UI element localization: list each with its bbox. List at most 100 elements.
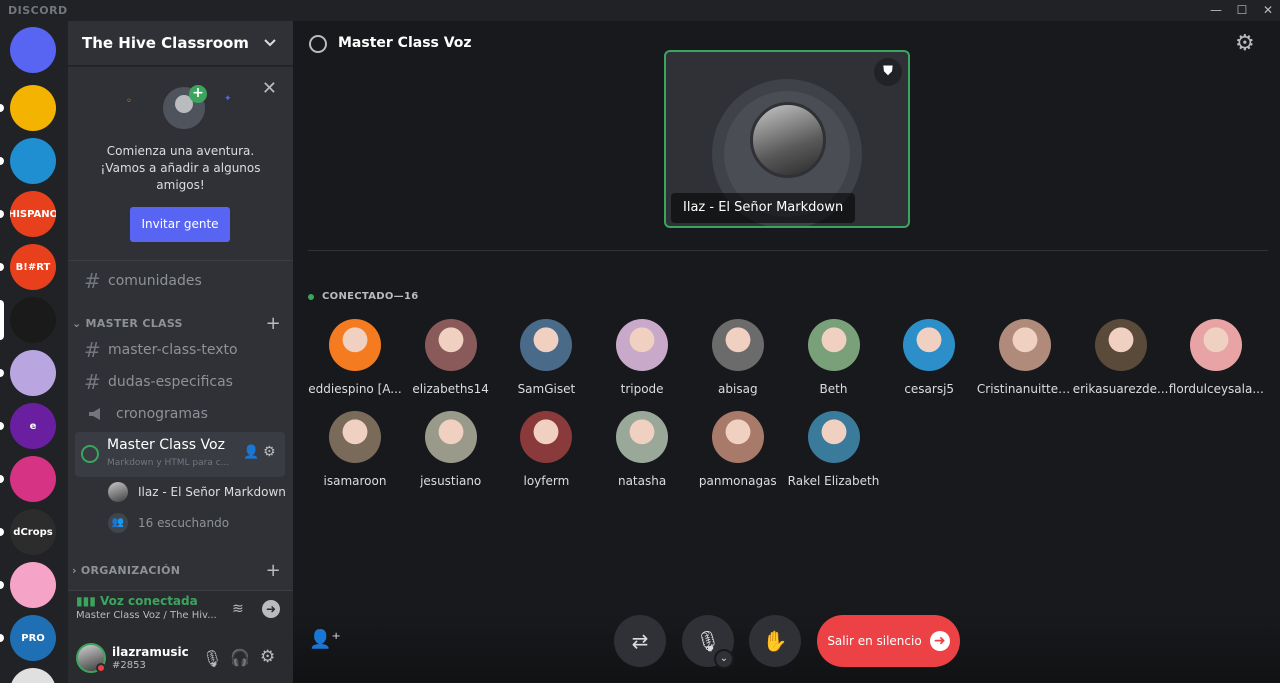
request-to-speak-button[interactable]: ⇄ xyxy=(614,615,666,667)
sparkle-icon: ◦ xyxy=(126,96,132,107)
gear-icon[interactable]: ⚙ xyxy=(260,647,275,667)
audience-member[interactable]: eddiespino [A... xyxy=(307,319,403,396)
channel-dudas-especificas[interactable]: # dudas-especificas xyxy=(76,367,285,397)
add-channel-icon[interactable]: + xyxy=(266,560,281,581)
server-icon[interactable] xyxy=(10,562,56,608)
channel-comunidades[interactable]: # comunidades xyxy=(76,266,285,296)
avatar xyxy=(520,319,573,371)
gear-icon[interactable]: ⚙ xyxy=(1235,31,1255,56)
server-icon[interactable]: HISPANO xyxy=(10,191,56,237)
chevron-down-icon: ⌄ xyxy=(72,317,82,330)
voice-channel-master-class-voz[interactable]: Master Class Voz Markdown y HTML para c.… xyxy=(75,432,285,477)
chevron-down-icon[interactable]: ⌄ xyxy=(714,649,734,669)
stage-channel-icon xyxy=(309,35,327,53)
unread-indicator xyxy=(0,422,4,430)
eight-icon[interactable] xyxy=(10,138,56,184)
avatar xyxy=(329,411,381,463)
minimize-button[interactable]: — xyxy=(1204,0,1228,21)
audience-member-name: loyferm xyxy=(523,474,570,488)
category-organizacion[interactable]: › ORGANIZACIÓN + xyxy=(72,560,289,581)
smile-icon[interactable] xyxy=(10,85,56,131)
audience-member-name: jesustiano xyxy=(420,474,482,488)
invite-member-icon[interactable]: 👤 xyxy=(243,445,259,460)
close-button[interactable]: ✕ xyxy=(1256,0,1280,21)
avatar xyxy=(807,411,860,463)
audience-member[interactable]: Cristinanuitter... xyxy=(977,319,1073,396)
server-label: dCrops xyxy=(13,526,53,538)
unread-indicator xyxy=(0,263,4,271)
server-icon[interactable]: B!#RT xyxy=(10,244,56,290)
stage-controls: 👤⁺ ⇄ 🎙 ⌄ ✋ Salir en silencio ➜ xyxy=(293,611,1280,683)
channel-master-class-texto[interactable]: # master-class-texto xyxy=(76,335,285,365)
server-icon[interactable] xyxy=(10,350,56,396)
category-master-class[interactable]: ⌄ MASTER CLASS + xyxy=(72,313,289,334)
noise-suppression-icon[interactable]: ≋ xyxy=(232,601,244,617)
server-icon[interactable]: dCrops xyxy=(10,509,56,555)
audience-count-label: CONECTADO—16 xyxy=(322,291,419,302)
audience-member[interactable]: flordulceysala... xyxy=(1168,319,1264,396)
avatar xyxy=(711,411,764,463)
unread-indicator xyxy=(0,210,4,218)
avatar xyxy=(616,411,669,463)
audience-member-name: panmonagas xyxy=(698,474,777,488)
unread-indicator xyxy=(0,300,4,340)
category-label: MASTER CLASS xyxy=(85,317,183,330)
discord-logo-icon[interactable] xyxy=(10,27,56,73)
server-icon[interactable] xyxy=(10,668,56,683)
audience-member[interactable]: SamGiset xyxy=(498,319,594,396)
invite-text: Comienza una aventura. ¡Vamos a añadir a… xyxy=(100,144,261,192)
audience-member[interactable]: Beth xyxy=(786,319,882,396)
audience-member[interactable]: tripode xyxy=(594,319,690,396)
channel-label: comunidades xyxy=(108,273,202,289)
headphones-icon[interactable]: 🎧 xyxy=(230,648,250,667)
leave-label: Salir en silencio xyxy=(827,634,922,648)
audience-member[interactable]: elizabeths14 xyxy=(403,319,499,396)
audience-member[interactable]: panmonagas xyxy=(690,411,786,488)
server-icon[interactable]: PRO xyxy=(10,615,56,661)
gear-icon[interactable]: ⚙ xyxy=(263,444,276,460)
avatar xyxy=(711,319,764,371)
microphone-icon[interactable]: 🎙 xyxy=(202,649,222,668)
voice-speaker-entry[interactable]: Ilaz - El Señor Markdown xyxy=(108,482,286,502)
avatar xyxy=(998,319,1051,371)
voice-channel-title: Master Class Voz xyxy=(107,437,225,453)
audience-member[interactable]: cesarsj5 xyxy=(881,319,977,396)
sparkle-icon: ✦ xyxy=(224,94,232,104)
add-channel-icon[interactable]: + xyxy=(266,313,281,334)
voice-location[interactable]: Master Class Voz / The Hiv... xyxy=(76,610,217,621)
signal-icon: ▮▮▮ xyxy=(76,594,96,608)
user-panel: ilazramusic #2853 🎙 🎧 ⚙ xyxy=(68,633,293,683)
audience-member[interactable]: natasha xyxy=(594,411,690,488)
unread-indicator xyxy=(0,581,4,589)
online-dot-icon xyxy=(308,293,314,300)
disconnect-icon[interactable]: ➜ xyxy=(262,600,280,618)
audience-member-name: natasha xyxy=(617,474,667,488)
audience-member[interactable]: erikasuarezde... xyxy=(1073,319,1169,396)
status-dnd-icon xyxy=(96,663,106,673)
close-icon[interactable]: ✕ xyxy=(262,78,277,99)
listener-count: 👥 16 escuchando xyxy=(108,513,229,533)
channel-cronogramas[interactable]: cronogramas xyxy=(76,399,285,429)
audience-member[interactable]: loyferm xyxy=(498,411,594,488)
raise-hand-button[interactable]: ✋ xyxy=(749,615,801,667)
audience-member-name: abisag xyxy=(718,382,758,396)
audience-member-name: isamaroon xyxy=(323,474,387,488)
server-label: PRO xyxy=(21,632,45,644)
audience-member-name: cesarsj5 xyxy=(904,382,955,396)
server-icon[interactable]: e xyxy=(10,403,56,449)
audience-member-name: Rakel Elizabeth xyxy=(787,474,880,488)
audience-member-name: tripode xyxy=(620,382,664,396)
audience-member[interactable]: isamaroon xyxy=(307,411,403,488)
invite-to-stage-icon[interactable]: 👤⁺ xyxy=(309,629,341,650)
hive-classroom-icon[interactable] xyxy=(10,297,56,343)
invite-people-button[interactable]: Invitar gente xyxy=(130,207,230,242)
server-icon[interactable] xyxy=(10,456,56,502)
maximize-button[interactable]: ☐ xyxy=(1230,0,1254,21)
speaker-card[interactable]: ⛊ Ilaz - El Señor Markdown xyxy=(664,50,910,228)
megaphone-icon xyxy=(89,408,100,420)
audience-member[interactable]: abisag xyxy=(690,319,786,396)
server-header[interactable]: The Hive Classroom xyxy=(68,21,293,66)
leave-quietly-button[interactable]: Salir en silencio ➜ xyxy=(817,615,960,667)
audience-member[interactable]: jesustiano xyxy=(403,411,499,488)
audience-member[interactable]: Rakel Elizabeth xyxy=(786,411,882,488)
